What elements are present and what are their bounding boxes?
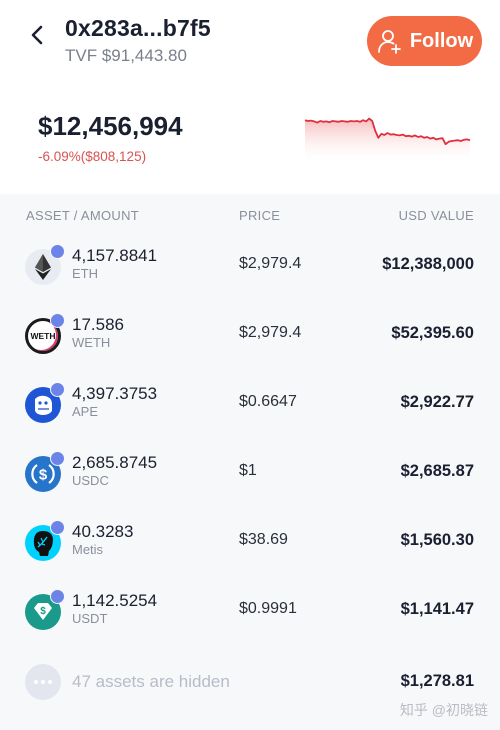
value-change: -6.09%($808,125) (38, 149, 147, 164)
add-user-icon (377, 30, 401, 54)
more-icon (25, 664, 61, 700)
asset-row-usdc[interactable]: $ 2,685.8745 USDC $1 $2,685.87 (0, 451, 500, 525)
usdc-icon: $ (25, 451, 65, 492)
asset-symbol: USDC (72, 473, 109, 488)
table-header: ASSET / AMOUNT PRICE USD VALUE (0, 194, 500, 238)
asset-amount: 1,142.5254 (72, 591, 158, 610)
asset-symbol: WETH (72, 335, 111, 350)
follow-label: Follow (409, 29, 474, 52)
header-usd: USD VALUE (398, 208, 474, 223)
asset-price: $2,979.4 (239, 324, 302, 341)
asset-amount: 2,685.8745 (72, 453, 158, 472)
hidden-assets-row[interactable]: 47 assets are hidden $1,278.81 (0, 664, 500, 730)
asset-symbol: Metis (72, 542, 104, 557)
asset-price: $2,979.4 (239, 255, 302, 272)
metis-icon (25, 520, 65, 561)
weth-icon: WETH (25, 313, 65, 354)
ethereum-chain-badge (50, 520, 65, 535)
usdt-icon: $ (25, 589, 65, 630)
asset-price: $1 (239, 462, 257, 479)
ethereum-chain-badge (50, 244, 65, 259)
hidden-assets-label: 47 assets are hidden (72, 672, 230, 691)
asset-row-eth[interactable]: 4,157.8841 ETH $2,979.4 $12,388,000 (0, 244, 500, 318)
asset-symbol: USDT (72, 611, 108, 626)
asset-price: $0.6647 (239, 393, 297, 410)
total-value: $12,456,994 (38, 111, 183, 141)
hidden-assets-usd: $1,278.81 (400, 672, 474, 690)
asset-usd-value: $2,685.87 (400, 462, 474, 480)
asset-list: ASSET / AMOUNT PRICE USD VALUE 4,157.884… (0, 194, 500, 730)
asset-amount: 40.3283 (72, 522, 134, 541)
eth-icon (25, 244, 65, 285)
wallet-address: 0x283a...b7f5 (65, 15, 211, 41)
asset-symbol: APE (72, 404, 99, 419)
asset-row-weth[interactable]: WETH 17.586 WETH $2,979.4 $52,395.60 (0, 313, 500, 387)
asset-amount: 4,157.8841 (72, 246, 158, 265)
back-button[interactable] (26, 22, 50, 48)
asset-row-usdt[interactable]: $ 1,142.5254 USDT $0.9991 $1,141.47 (0, 589, 500, 663)
svg-text:$: $ (39, 467, 48, 484)
portfolio-summary: $12,456,994 -6.09%($808,125) (0, 90, 500, 194)
header-asset: ASSET / AMOUNT (26, 208, 140, 223)
asset-amount: 4,397.3753 (72, 384, 158, 403)
ape-icon (25, 382, 65, 423)
sparkline-chart (304, 117, 471, 165)
chevron-left-icon (31, 25, 43, 45)
asset-amount: 17.586 (72, 315, 124, 334)
ethereum-chain-badge (50, 382, 65, 397)
asset-usd-value: $1,141.47 (400, 600, 474, 618)
asset-price: $0.9991 (239, 600, 297, 617)
asset-usd-value: $2,922.77 (400, 393, 474, 411)
asset-row-ape[interactable]: 4,397.3753 APE $0.6647 $2,922.77 (0, 382, 500, 456)
asset-usd-value: $52,395.60 (391, 324, 474, 342)
ethereum-chain-badge (50, 589, 65, 604)
header-price: PRICE (239, 208, 281, 223)
svg-text:$: $ (40, 606, 46, 617)
asset-row-metis[interactable]: 40.3283 Metis $38.69 $1,560.30 (0, 520, 500, 594)
tvf-value: TVF $91,443.80 (65, 46, 187, 65)
header: 0x283a...b7f5 TVF $91,443.80 Follow (0, 0, 500, 90)
watermark: 知乎 @初晓链 (399, 702, 488, 718)
ethereum-chain-badge (50, 451, 65, 466)
asset-symbol: ETH (72, 266, 98, 281)
asset-usd-value: $12,388,000 (382, 255, 474, 273)
asset-usd-value: $1,560.30 (400, 531, 474, 549)
asset-price: $38.69 (239, 531, 288, 548)
weth-icon-text: WETH (30, 331, 56, 341)
ethereum-chain-badge (50, 313, 65, 328)
follow-button[interactable]: Follow (367, 16, 482, 66)
